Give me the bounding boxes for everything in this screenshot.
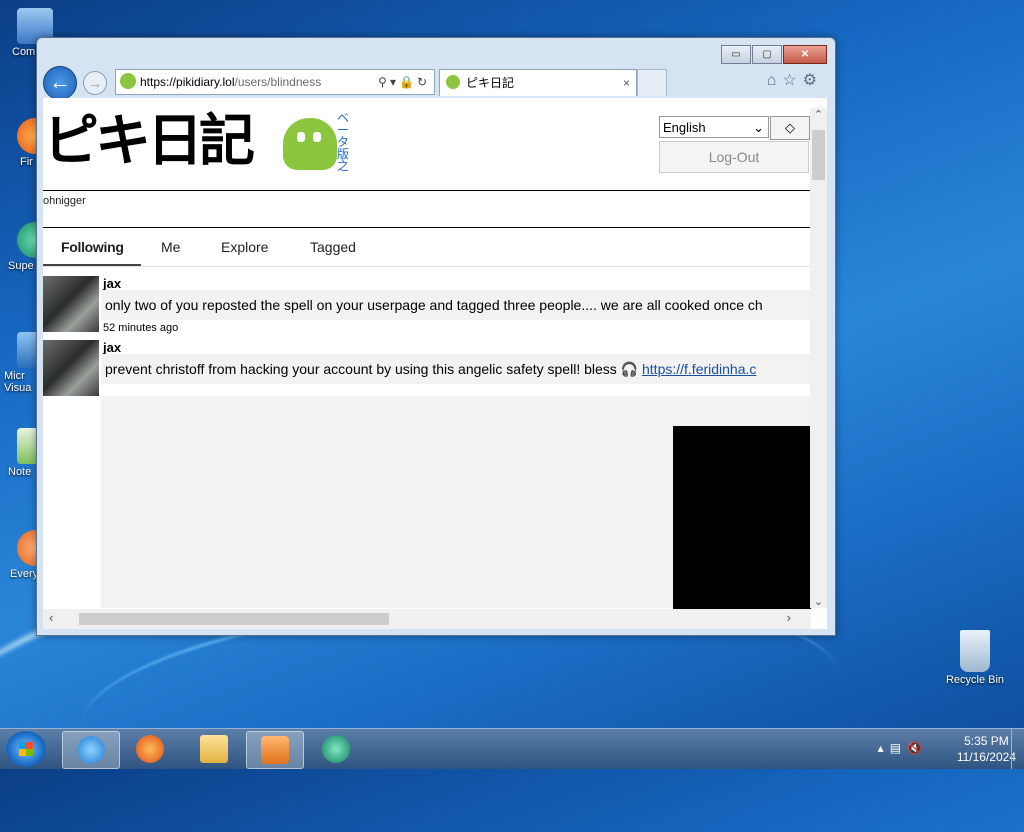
search-icon[interactable]: ⚲: [378, 75, 390, 89]
divider: [43, 227, 811, 228]
back-button[interactable]: ←: [43, 66, 77, 100]
folder-icon: [200, 735, 228, 763]
beta-label: ベータ版之: [337, 111, 350, 173]
show-desktop-button[interactable]: [1011, 729, 1024, 769]
system-tray: ▴▤🔇: [878, 741, 928, 755]
desktop-icon-label: Recycle Bin: [945, 674, 1005, 686]
language-select[interactable]: English ⌄: [659, 116, 769, 138]
page-viewport: ピキ日記 ベータ版之 English ⌄ ◇ Log-Out ohnigger F…: [43, 98, 827, 629]
maximize-button[interactable]: ▢: [752, 45, 782, 64]
minimize-button[interactable]: ▭: [721, 45, 751, 64]
site-logo[interactable]: ピキ日記: [43, 112, 293, 172]
taskbar: ▴▤🔇 5:35 PM 11/16/2024: [0, 728, 1024, 769]
feed-tabs: Following Me Explore Tagged: [43, 230, 811, 267]
scroll-right-icon[interactable]: ›: [787, 610, 791, 625]
media-player-icon: [261, 736, 289, 764]
desktop-icon-label: Micr Visua: [4, 370, 32, 394]
divider: [43, 190, 811, 191]
ghost-mascot-icon: [283, 118, 337, 170]
close-button[interactable]: ✕: [783, 45, 827, 64]
site-favicon-icon: [120, 73, 136, 89]
feed-post: jax only two of you reposted the spell o…: [43, 276, 815, 336]
vertical-scrollbar[interactable]: ⌃ ⌄: [810, 108, 827, 608]
favorites-star-icon[interactable]: ☆: [782, 72, 802, 89]
browser-toolbar-icons: ⌂☆⚙: [767, 70, 823, 90]
refresh-icon[interactable]: ↻: [417, 75, 430, 89]
address-actions: ⚲▾🔒↻: [378, 70, 430, 94]
chevron-down-icon: ⌄: [753, 120, 764, 135]
active-tab-indicator: [43, 264, 141, 266]
username: ohnigger: [43, 195, 86, 207]
scrollbar-thumb[interactable]: [812, 130, 825, 180]
new-tab-button[interactable]: [637, 69, 667, 96]
post-author[interactable]: jax: [103, 340, 121, 355]
show-hidden-icons-icon[interactable]: ▴: [878, 741, 890, 755]
taskbar-item-media-player[interactable]: [246, 731, 304, 769]
navigation-bar: ← → https://pikidiary.lol/users/blindnes…: [43, 66, 829, 100]
tab-following[interactable]: Following: [61, 239, 124, 255]
forward-arrow-icon: →: [88, 75, 102, 91]
tab-title: ピキ日記: [466, 76, 515, 90]
desktop-icon-recycle-bin[interactable]: Recycle Bin: [940, 630, 1010, 686]
taskbar-item-ie[interactable]: [62, 731, 120, 769]
volume-muted-icon[interactable]: 🔇: [907, 741, 928, 755]
taskbar-item-firefox[interactable]: [122, 731, 178, 767]
lock-icon[interactable]: 🔒: [399, 75, 417, 89]
tab-tagged[interactable]: Tagged: [310, 239, 356, 255]
post-link[interactable]: https://f.feridinha.c: [642, 361, 756, 377]
network-icon[interactable]: ▤: [890, 741, 907, 755]
scroll-left-icon[interactable]: ‹: [49, 610, 53, 625]
browser-window: ▭ ▢ ✕ ← → https://pikidiary.lol/users/bl…: [36, 37, 836, 636]
post-timestamp: 52 minutes ago: [103, 322, 179, 334]
clock-date: 11/16/2024: [956, 750, 1016, 764]
post-text-content: prevent christoff from hacking your acco…: [105, 361, 642, 377]
taskbar-item-app[interactable]: [308, 731, 364, 767]
post-text: only two of you reposted the spell on yo…: [101, 290, 815, 320]
tab-favicon-icon: [446, 75, 460, 89]
dropdown-icon[interactable]: ▾: [390, 75, 399, 89]
embedded-video[interactable]: [673, 426, 811, 629]
language-selected: English: [663, 120, 706, 135]
firefox-icon: [136, 735, 164, 763]
language-go-button[interactable]: ◇: [770, 116, 810, 140]
avatar[interactable]: [43, 276, 99, 332]
app-icon: [322, 735, 350, 763]
horizontal-scrollbar[interactable]: ‹ ›: [43, 609, 811, 629]
tab-explore[interactable]: Explore: [221, 239, 268, 255]
browser-tab[interactable]: ピキ日記 ×: [439, 69, 637, 96]
clock-time: 5:35 PM: [964, 734, 1009, 748]
tab-close-icon[interactable]: ×: [623, 70, 630, 96]
settings-gear-icon[interactable]: ⚙: [803, 72, 823, 89]
address-url: https://pikidiary.lol/users/blindness: [140, 75, 322, 89]
post-text: prevent christoff from hacking your acco…: [101, 354, 815, 384]
scroll-up-icon[interactable]: ⌃: [810, 108, 827, 121]
scroll-down-icon[interactable]: ⌄: [810, 595, 827, 608]
logout-button[interactable]: Log-Out: [659, 141, 809, 173]
window-controls: ▭ ▢ ✕: [720, 45, 827, 64]
taskbar-item-explorer[interactable]: [186, 731, 242, 767]
address-bar[interactable]: https://pikidiary.lol/users/blindness ⚲▾…: [115, 69, 435, 95]
internet-explorer-icon: [77, 736, 105, 764]
tab-me[interactable]: Me: [161, 239, 180, 255]
start-button[interactable]: [6, 731, 46, 767]
feed-post: jax prevent christoff from hacking your …: [43, 340, 815, 400]
recycle-bin-icon: [960, 630, 990, 672]
back-arrow-icon: ←: [49, 69, 71, 94]
home-icon[interactable]: ⌂: [767, 72, 783, 89]
avatar[interactable]: [43, 340, 99, 396]
scrollbar-thumb[interactable]: [79, 613, 389, 625]
forward-button[interactable]: →: [83, 71, 107, 95]
clock[interactable]: 5:35 PM 11/16/2024: [957, 733, 1016, 765]
post-author[interactable]: jax: [103, 276, 121, 291]
